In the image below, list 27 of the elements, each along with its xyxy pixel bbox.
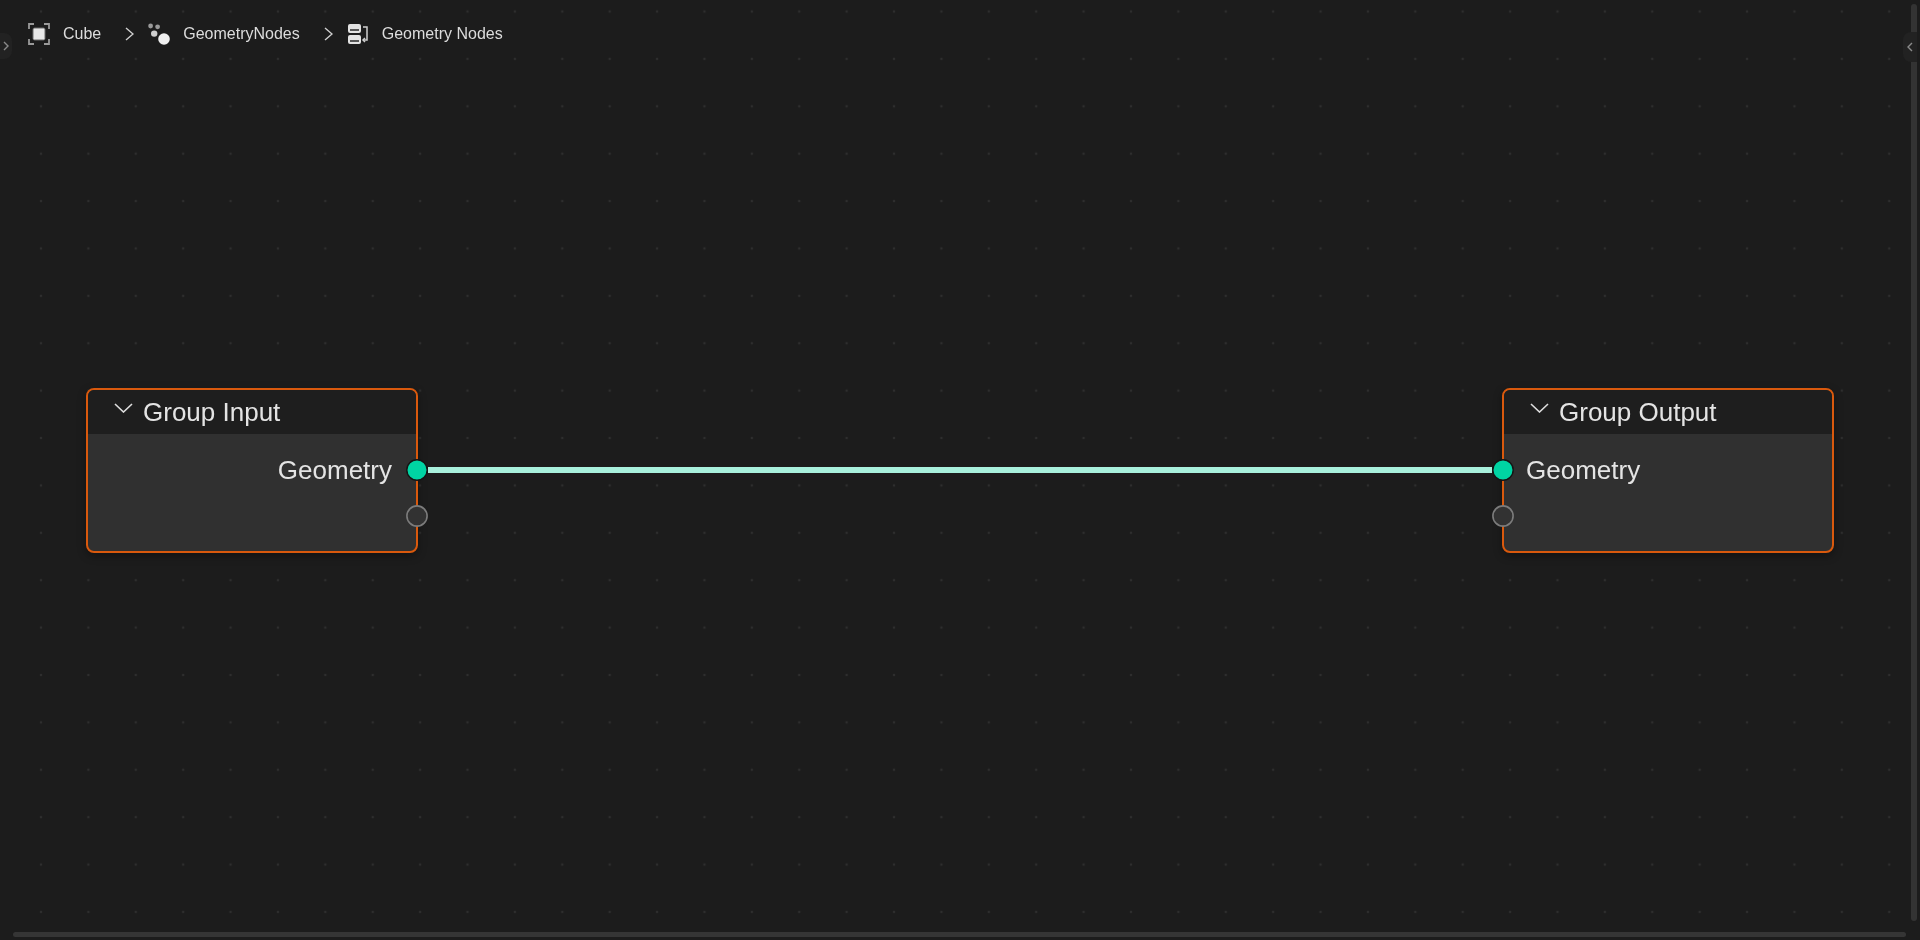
node-title: Group Output bbox=[1559, 396, 1717, 428]
chevron-right-icon bbox=[323, 27, 333, 41]
node-title: Group Input bbox=[143, 396, 281, 428]
sidebar-toggle-button[interactable] bbox=[1903, 32, 1917, 62]
empty-socket-icon[interactable] bbox=[406, 505, 428, 527]
node-card[interactable]: Group Input Geometry bbox=[86, 388, 418, 553]
breadcrumb-label: Cube bbox=[63, 24, 102, 44]
socket-label: Geometry bbox=[1526, 454, 1641, 486]
chevron-down-icon[interactable] bbox=[114, 403, 133, 413]
node-card[interactable]: Group Output Geometry bbox=[1502, 388, 1834, 553]
chevron-down-icon[interactable] bbox=[1530, 403, 1549, 413]
socket-label: Geometry bbox=[277, 454, 392, 486]
socket-icon[interactable] bbox=[406, 459, 428, 481]
horizontal-scrollbar-thumb[interactable] bbox=[13, 932, 1906, 937]
breadcrumb-label: GeometryNodes bbox=[183, 24, 300, 44]
sidebar-toggle-button[interactable] bbox=[0, 33, 12, 59]
chevron-right-icon bbox=[3, 41, 9, 51]
chevron-right-icon bbox=[125, 27, 135, 41]
circles-icon bbox=[148, 23, 171, 45]
stacked-boxes-icon bbox=[346, 23, 369, 45]
chevron-left-icon bbox=[1907, 42, 1913, 52]
node-link[interactable] bbox=[428, 467, 1492, 473]
square-frame-icon bbox=[28, 23, 50, 45]
empty-socket-icon[interactable] bbox=[1492, 505, 1514, 527]
socket-icon[interactable] bbox=[1492, 459, 1514, 481]
vertical-scrollbar-thumb[interactable] bbox=[1911, 4, 1917, 921]
breadcrumb-label: Geometry Nodes bbox=[381, 24, 503, 44]
